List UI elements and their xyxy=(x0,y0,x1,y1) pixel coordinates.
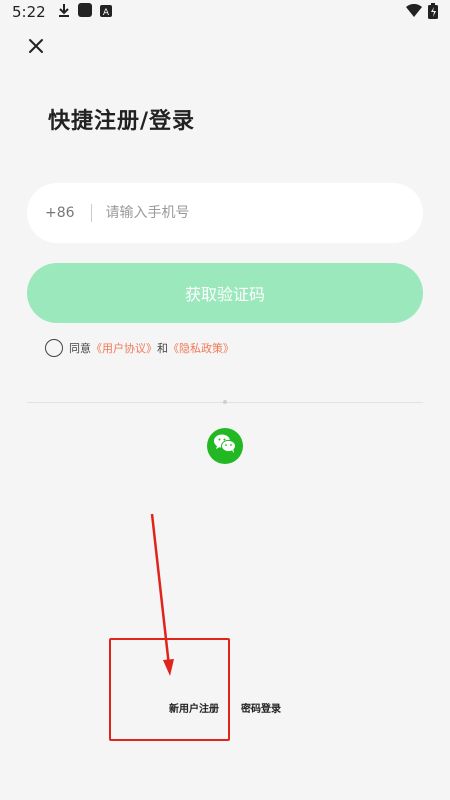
privacy-policy-link[interactable]: 《隐私政策》 xyxy=(168,340,234,356)
a-icon: A xyxy=(99,3,112,21)
phone-input[interactable] xyxy=(105,205,366,221)
get-code-button[interactable]: 获取验证码 xyxy=(27,263,423,323)
agreement-and: 和 xyxy=(157,342,168,355)
register-link[interactable]: 新用户注册 xyxy=(169,700,219,715)
wifi-icon xyxy=(406,3,422,22)
svg-text:A: A xyxy=(103,8,110,17)
page-title: 快捷注册/登录 xyxy=(48,109,196,134)
agreement-prefix: 同意 xyxy=(69,342,91,355)
app-icon xyxy=(77,3,92,21)
download-icon xyxy=(58,3,70,21)
phone-divider xyxy=(90,204,92,222)
country-code[interactable]: +86 xyxy=(45,205,75,221)
close-icon xyxy=(28,38,44,58)
user-agreement-link[interactable]: 《用户协议》 xyxy=(91,340,157,356)
status-time: 5:22 xyxy=(12,3,46,21)
agreement-row: 同意 《用户协议》 和 《隐私政策》 xyxy=(45,338,234,358)
divider-dot xyxy=(223,400,227,404)
status-bar: 5:22 A xyxy=(0,0,450,24)
password-login-link[interactable]: 密码登录 xyxy=(241,700,281,715)
status-right xyxy=(406,3,438,23)
annotation-highlight-box xyxy=(109,638,230,741)
wechat-login-button[interactable] xyxy=(207,428,243,464)
phone-input-row: +86 xyxy=(27,183,423,243)
battery-icon xyxy=(428,3,438,23)
close-button[interactable] xyxy=(24,36,48,60)
wechat-icon xyxy=(213,433,237,459)
agreement-checkbox[interactable] xyxy=(45,339,63,357)
